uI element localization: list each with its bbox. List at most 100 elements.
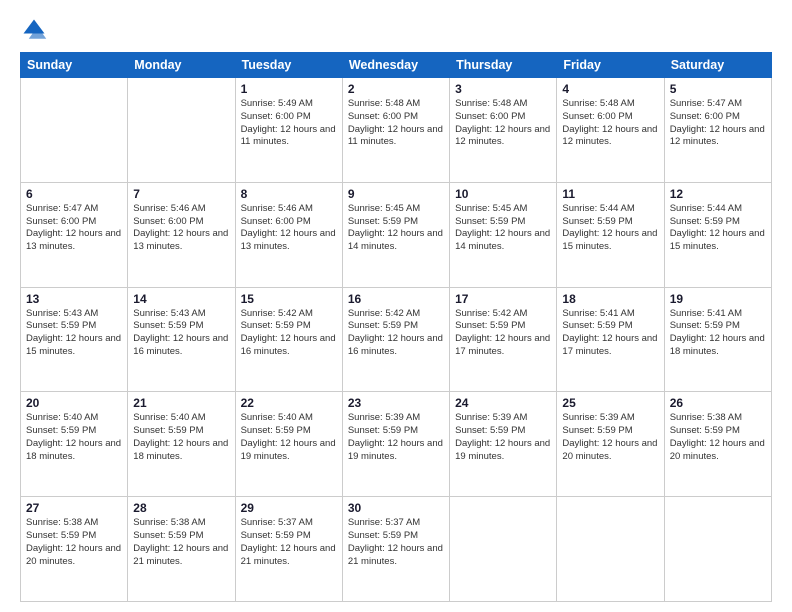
day-number: 2	[348, 82, 444, 96]
calendar-cell: 11 Sunrise: 5:44 AM Sunset: 5:59 PM Dayli…	[557, 182, 664, 287]
calendar-cell: 23Sunrise: 5:39 AM Sunset: 5:59 PM Dayli…	[342, 392, 449, 497]
calendar-cell	[557, 497, 664, 602]
day-info: Sunrise: 5:45 AM Sunset: 5:59 PM Dayligh…	[455, 203, 551, 254]
day-info: Sunrise: 5:43 AM Sunset: 5:59 PM Dayligh…	[133, 308, 229, 359]
day-info: Sunrise: 5:38 AM Sunset: 5:59 PM Dayligh…	[133, 517, 229, 568]
day-header-thursday: Thursday	[450, 53, 557, 78]
calendar-header-row: SundayMondayTuesdayWednesdayThursdayFrid…	[21, 53, 772, 78]
day-header-wednesday: Wednesday	[342, 53, 449, 78]
day-number: 22	[241, 396, 337, 410]
day-number: 9	[348, 187, 444, 201]
calendar-cell: 26Sunrise: 5:38 AM Sunset: 5:59 PM Dayli…	[664, 392, 771, 497]
calendar-cell: 19Sunrise: 5:41 AM Sunset: 5:59 PM Dayli…	[664, 287, 771, 392]
calendar-cell: 9Sunrise: 5:45 AM Sunset: 5:59 PM Daylig…	[342, 182, 449, 287]
day-info: Sunrise: 5:48 AM Sunset: 6:00 PM Dayligh…	[348, 98, 444, 149]
calendar-cell	[128, 78, 235, 183]
calendar-cell: 10 Sunrise: 5:45 AM Sunset: 5:59 PM Dayli…	[450, 182, 557, 287]
day-number: 12	[670, 187, 766, 201]
calendar-cell: 13 Sunrise: 5:43 AM Sunset: 5:59 PM Dayli…	[21, 287, 128, 392]
day-number: 14	[133, 292, 229, 306]
calendar-cell: 6 Sunrise: 5:47 AM Sunset: 6:00 PM Daylig…	[21, 182, 128, 287]
calendar-cell: 8 Sunrise: 5:46 AM Sunset: 6:00 PM Daylig…	[235, 182, 342, 287]
day-number: 15	[241, 292, 337, 306]
day-number: 10	[455, 187, 551, 201]
calendar-cell: 14 Sunrise: 5:43 AM Sunset: 5:59 PM Dayli…	[128, 287, 235, 392]
calendar-cell: 30 Sunrise: 5:37 AM Sunset: 5:59 PM Dayli…	[342, 497, 449, 602]
page: SundayMondayTuesdayWednesdayThursdayFrid…	[0, 0, 792, 612]
week-row-3: 20 Sunrise: 5:40 AM Sunset: 5:59 PM Dayli…	[21, 392, 772, 497]
calendar-cell: 20 Sunrise: 5:40 AM Sunset: 5:59 PM Dayli…	[21, 392, 128, 497]
day-info: Sunrise: 5:40 AM Sunset: 5:59 PM Dayligh…	[241, 412, 337, 463]
logo-icon	[20, 16, 48, 44]
day-number: 7	[133, 187, 229, 201]
day-info: Sunrise: 5:39 AM Sunset: 5:59 PM Dayligh…	[455, 412, 551, 463]
day-info: Sunrise: 5:38 AM Sunset: 5:59 PM Dayligh…	[26, 517, 122, 568]
day-header-saturday: Saturday	[664, 53, 771, 78]
calendar-cell: 2 Sunrise: 5:48 AM Sunset: 6:00 PM Daylig…	[342, 78, 449, 183]
calendar-cell: 18 Sunrise: 5:41 AM Sunset: 5:59 PM Dayli…	[557, 287, 664, 392]
calendar-cell: 7 Sunrise: 5:46 AM Sunset: 6:00 PM Daylig…	[128, 182, 235, 287]
day-info: Sunrise: 5:47 AM Sunset: 6:00 PM Dayligh…	[26, 203, 122, 254]
calendar-cell: 21 Sunrise: 5:40 AM Sunset: 5:59 PM Dayli…	[128, 392, 235, 497]
calendar-cell: 12 Sunrise: 5:44 AM Sunset: 5:59 PM Dayli…	[664, 182, 771, 287]
calendar-cell	[664, 497, 771, 602]
day-number: 18	[562, 292, 658, 306]
day-header-tuesday: Tuesday	[235, 53, 342, 78]
day-info: Sunrise: 5:48 AM Sunset: 6:00 PM Dayligh…	[562, 98, 658, 149]
day-number: 20	[26, 396, 122, 410]
day-number: 5	[670, 82, 766, 96]
calendar-cell	[21, 78, 128, 183]
day-info: Sunrise: 5:42 AM Sunset: 5:59 PM Dayligh…	[348, 308, 444, 359]
logo	[20, 16, 52, 44]
day-number: 27	[26, 501, 122, 515]
day-number: 13	[26, 292, 122, 306]
calendar-cell: 5Sunrise: 5:47 AM Sunset: 6:00 PM Daylig…	[664, 78, 771, 183]
calendar-cell: 16Sunrise: 5:42 AM Sunset: 5:59 PM Dayli…	[342, 287, 449, 392]
calendar-cell: 25Sunrise: 5:39 AM Sunset: 5:59 PM Dayli…	[557, 392, 664, 497]
day-header-sunday: Sunday	[21, 53, 128, 78]
day-number: 6	[26, 187, 122, 201]
calendar-cell: 29Sunrise: 5:37 AM Sunset: 5:59 PM Dayli…	[235, 497, 342, 602]
day-info: Sunrise: 5:39 AM Sunset: 5:59 PM Dayligh…	[348, 412, 444, 463]
day-number: 8	[241, 187, 337, 201]
week-row-2: 13 Sunrise: 5:43 AM Sunset: 5:59 PM Dayli…	[21, 287, 772, 392]
day-number: 4	[562, 82, 658, 96]
calendar-cell: 15Sunrise: 5:42 AM Sunset: 5:59 PM Dayli…	[235, 287, 342, 392]
day-info: Sunrise: 5:46 AM Sunset: 6:00 PM Dayligh…	[241, 203, 337, 254]
day-info: Sunrise: 5:40 AM Sunset: 5:59 PM Dayligh…	[133, 412, 229, 463]
day-info: Sunrise: 5:39 AM Sunset: 5:59 PM Dayligh…	[562, 412, 658, 463]
day-number: 1	[241, 82, 337, 96]
calendar-cell: 28 Sunrise: 5:38 AM Sunset: 5:59 PM Dayli…	[128, 497, 235, 602]
header	[20, 16, 772, 44]
day-info: Sunrise: 5:46 AM Sunset: 6:00 PM Dayligh…	[133, 203, 229, 254]
calendar-cell: 24 Sunrise: 5:39 AM Sunset: 5:59 PM Dayli…	[450, 392, 557, 497]
day-number: 11	[562, 187, 658, 201]
day-number: 21	[133, 396, 229, 410]
day-info: Sunrise: 5:42 AM Sunset: 5:59 PM Dayligh…	[455, 308, 551, 359]
day-info: Sunrise: 5:49 AM Sunset: 6:00 PM Dayligh…	[241, 98, 337, 149]
day-info: Sunrise: 5:43 AM Sunset: 5:59 PM Dayligh…	[26, 308, 122, 359]
day-info: Sunrise: 5:38 AM Sunset: 5:59 PM Dayligh…	[670, 412, 766, 463]
day-info: Sunrise: 5:40 AM Sunset: 5:59 PM Dayligh…	[26, 412, 122, 463]
day-number: 24	[455, 396, 551, 410]
day-info: Sunrise: 5:48 AM Sunset: 6:00 PM Dayligh…	[455, 98, 551, 149]
day-info: Sunrise: 5:37 AM Sunset: 5:59 PM Dayligh…	[348, 517, 444, 568]
day-info: Sunrise: 5:44 AM Sunset: 5:59 PM Dayligh…	[562, 203, 658, 254]
calendar-table: SundayMondayTuesdayWednesdayThursdayFrid…	[20, 52, 772, 602]
day-info: Sunrise: 5:41 AM Sunset: 5:59 PM Dayligh…	[670, 308, 766, 359]
day-number: 30	[348, 501, 444, 515]
day-number: 3	[455, 82, 551, 96]
calendar-cell	[450, 497, 557, 602]
day-info: Sunrise: 5:44 AM Sunset: 5:59 PM Dayligh…	[670, 203, 766, 254]
day-header-monday: Monday	[128, 53, 235, 78]
day-number: 28	[133, 501, 229, 515]
calendar-cell: 1 Sunrise: 5:49 AM Sunset: 6:00 PM Daylig…	[235, 78, 342, 183]
week-row-1: 6 Sunrise: 5:47 AM Sunset: 6:00 PM Daylig…	[21, 182, 772, 287]
calendar-cell: 4 Sunrise: 5:48 AM Sunset: 6:00 PM Daylig…	[557, 78, 664, 183]
week-row-4: 27 Sunrise: 5:38 AM Sunset: 5:59 PM Dayli…	[21, 497, 772, 602]
day-info: Sunrise: 5:37 AM Sunset: 5:59 PM Dayligh…	[241, 517, 337, 568]
day-info: Sunrise: 5:41 AM Sunset: 5:59 PM Dayligh…	[562, 308, 658, 359]
calendar-cell: 17Sunrise: 5:42 AM Sunset: 5:59 PM Dayli…	[450, 287, 557, 392]
week-row-0: 1 Sunrise: 5:49 AM Sunset: 6:00 PM Daylig…	[21, 78, 772, 183]
day-header-friday: Friday	[557, 53, 664, 78]
